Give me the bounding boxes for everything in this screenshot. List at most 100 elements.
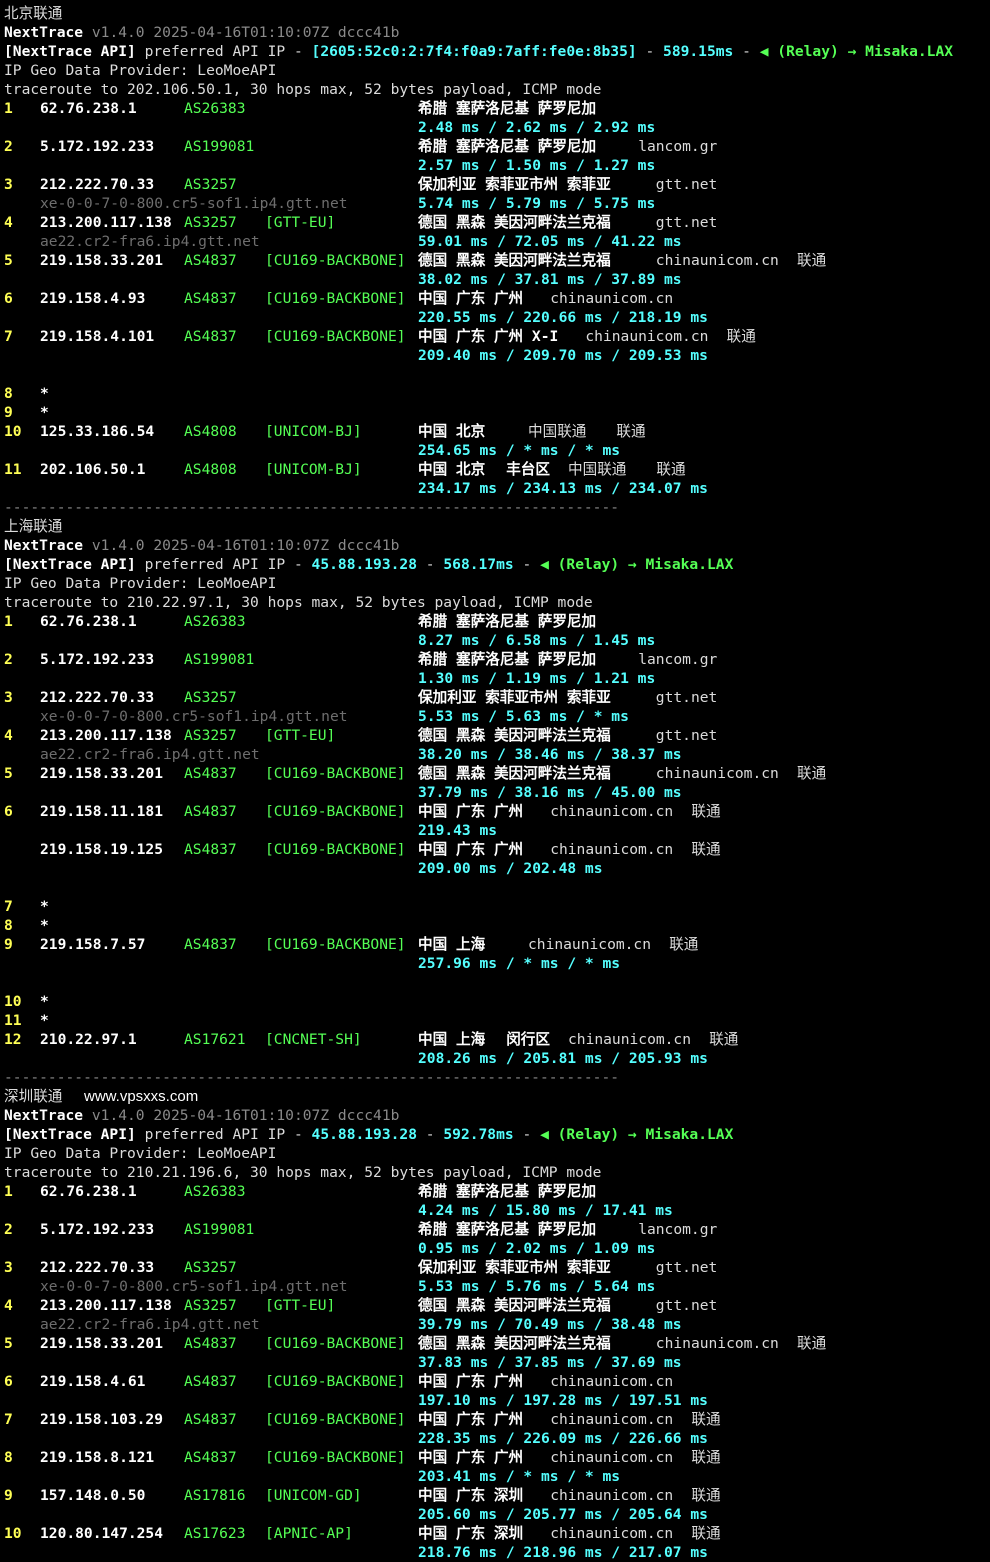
hop-domain: gtt.net xyxy=(655,1297,718,1314)
hop-number: 2 xyxy=(4,651,13,668)
hop-ip: * xyxy=(40,385,49,402)
hop-geo: 德国 黑森 美因河畔法兰克福 xyxy=(418,727,611,744)
hop-tag: [CNCNET-SH] xyxy=(265,1031,362,1048)
traceroute-text: traceroute to 202.106.50.1, 30 hops max,… xyxy=(4,81,602,98)
hop-detail-row: xe-0-0-7-0-800.cr5-sof1.ip4.gtt.net 5.74 … xyxy=(4,194,990,213)
hop-ip: 219.158.33.201 xyxy=(40,1335,164,1352)
version-line: NextTrace v1.4.0 2025-04-16T01:10:07Z dc… xyxy=(4,536,990,555)
hop-number: 9 xyxy=(4,404,13,421)
hop-number: 10 xyxy=(4,1525,22,1542)
separator-line: ----------------------------------------… xyxy=(4,498,990,517)
hop-number: 5 xyxy=(4,765,13,782)
hop-domain: gtt.net xyxy=(655,727,718,744)
hop-number: 6 xyxy=(4,1373,13,1390)
hop-detail-row: 220.55 ms / 220.66 ms / 218.19 ms xyxy=(4,308,990,327)
hop-asn: AS4837 xyxy=(184,803,237,820)
hop-asn: AS4837 xyxy=(184,1335,237,1352)
hop-row: 4 213.200.117.138 AS3257 [GTT-EU] 德国 黑森 美因河畔… xyxy=(4,213,990,232)
hop-rtt: 5.53 ms / 5.63 ms / * ms xyxy=(418,708,629,725)
hop-geo: 保加利亚 索菲亚市州 索菲亚 xyxy=(418,689,611,706)
blank-row xyxy=(4,878,990,897)
hop-row: 4 213.200.117.138 AS3257 [GTT-EU] 德国 黑森 美因河畔… xyxy=(4,726,990,745)
hop-rtt: 37.79 ms / 38.16 ms / 45.00 ms xyxy=(418,784,682,801)
api-prefix: [NextTrace API] xyxy=(4,556,136,573)
hop-rtt: 2.57 ms / 1.50 ms / 1.27 ms xyxy=(418,157,656,174)
hop-domain: chinaunicom.cn xyxy=(655,1335,779,1352)
api-latency: 589.15ms xyxy=(663,43,734,60)
hop-domain: chinaunicom.cn xyxy=(550,1525,674,1542)
hop-rtt: 197.10 ms / 197.28 ms / 197.51 ms xyxy=(418,1392,708,1409)
version-line: NextTrace v1.4.0 2025-04-16T01:10:07Z dc… xyxy=(4,23,990,42)
hop-detail-row: 205.60 ms / 205.77 ms / 205.64 ms xyxy=(4,1505,990,1524)
app-version: v1.4.0 2025-04-16T01:10:07Z dccc41b xyxy=(91,24,400,41)
hop-domain: gtt.net xyxy=(655,214,718,231)
hop-row: 10 * xyxy=(4,992,990,1011)
hop-isp: 联通 xyxy=(797,765,827,782)
hop-asn: AS26383 xyxy=(184,1183,246,1200)
hop-domain: chinaunicom.cn xyxy=(550,290,674,307)
hop-ip: 219.158.11.181 xyxy=(40,803,164,820)
hop-ip: * xyxy=(40,1012,49,1029)
hop-asn: AS4837 xyxy=(184,1373,237,1390)
hop-ip: 219.158.33.201 xyxy=(40,765,164,782)
hop-geo: 中国 广东 广州 xyxy=(418,290,524,307)
hop-number: 3 xyxy=(4,1259,13,1276)
hop-number: 9 xyxy=(4,1487,13,1504)
geo-provider-text: IP Geo Data Provider: LeoMoeAPI xyxy=(4,62,277,79)
api-latency: 568.17ms xyxy=(443,556,514,573)
hop-row: 3 212.222.70.33 AS3257 保加利亚 索菲亚市州 索菲亚 gtt.ne… xyxy=(4,175,990,194)
section-title-text: 北京联通 xyxy=(4,5,63,22)
hop-tag: [GTT-EU] xyxy=(265,1297,336,1314)
hop-ip: 210.22.97.1 xyxy=(40,1031,137,1048)
hop-row: 219.158.19.125 AS4837 [CU169-BACKBONE] 中国 广… xyxy=(4,840,990,859)
hop-row: 3 212.222.70.33 AS3257 保加利亚 索菲亚市州 索菲亚 gtt.ne… xyxy=(4,688,990,707)
hop-tag: [CU169-BACKBONE] xyxy=(265,803,406,820)
hop-geo: 德国 黑森 美因河畔法兰克福 xyxy=(418,214,611,231)
hop-domain: chinaunicom.cn xyxy=(655,765,779,782)
hop-isp: 联通 xyxy=(691,1449,721,1466)
hop-isp: 联通 xyxy=(797,252,827,269)
relay-info: ◀ (Relay) → Misaka.LAX xyxy=(759,43,954,60)
hop-geo: 中国 广东 深圳 xyxy=(418,1487,524,1504)
hop-geo: 中国 上海 xyxy=(418,1031,486,1048)
hop-number: 7 xyxy=(4,1411,13,1428)
hop-number: 4 xyxy=(4,214,13,231)
hop-tag: [CU169-BACKBONE] xyxy=(265,1449,406,1466)
hop-geo: 德国 黑森 美因河畔法兰克福 xyxy=(418,252,611,269)
hop-detail-row: 38.02 ms / 37.81 ms / 37.89 ms xyxy=(4,270,990,289)
hop-geo: 中国 广东 广州 xyxy=(418,1449,524,1466)
hop-number: 2 xyxy=(4,138,13,155)
api-dash2: - xyxy=(522,556,532,573)
hop-asn: AS4837 xyxy=(184,290,237,307)
hop-tag: [APNIC-AP] xyxy=(265,1525,353,1542)
hop-detail-row: 37.79 ms / 38.16 ms / 45.00 ms xyxy=(4,783,990,802)
hop-geo: 希腊 塞萨洛尼基 萨罗尼加 xyxy=(418,613,597,630)
hop-detail-row: xe-0-0-7-0-800.cr5-sof1.ip4.gtt.net 5.53 … xyxy=(4,707,990,726)
hop-isp: 联通 xyxy=(656,461,686,478)
hop-domain: gtt.net xyxy=(655,689,718,706)
hop-ip: * xyxy=(40,917,49,934)
hop-domain: chinaunicom.cn xyxy=(528,936,652,953)
version-line-content: NextTrace v1.4.0 2025-04-16T01:10:07Z dc… xyxy=(4,536,399,555)
hop-row: 3 212.222.70.33 AS3257 保加利亚 索菲亚市州 索菲亚 gtt.ne… xyxy=(4,1258,990,1277)
hop-domain: chinaunicom.cn xyxy=(585,328,709,345)
version-line-content: NextTrace v1.4.0 2025-04-16T01:10:07Z dc… xyxy=(4,1106,399,1125)
hop-ip: 213.200.117.138 xyxy=(40,214,172,231)
hop-rtt: 254.65 ms / * ms / * ms xyxy=(418,442,621,459)
hop-domain: chinaunicom.cn xyxy=(550,803,674,820)
separator: ----------------------------------------… xyxy=(4,499,620,516)
blank-row xyxy=(4,973,990,992)
section-title-text: 上海联通 xyxy=(4,518,63,535)
hop-ip: 157.148.0.50 xyxy=(40,1487,146,1504)
hop-ip: 212.222.70.33 xyxy=(40,689,155,706)
traceroute-line: traceroute to 210.22.97.1, 30 hops max, … xyxy=(4,593,990,612)
hop-geo: 中国 广东 广州 xyxy=(418,1411,524,1428)
hop-asn: AS17621 xyxy=(184,1031,246,1048)
hop-geo: 中国 广东 广州 xyxy=(418,803,524,820)
hop-row: 1 62.76.238.1 AS26383 希腊 塞萨洛尼基 萨罗尼加 xyxy=(4,612,990,631)
hop-row: 4 213.200.117.138 AS3257 [GTT-EU] 德国 黑森 美因河畔… xyxy=(4,1296,990,1315)
geo-provider-line: IP Geo Data Provider: LeoMoeAPI xyxy=(4,61,990,80)
hop-number: 11 xyxy=(4,461,22,478)
api-dash2: - xyxy=(522,1126,532,1143)
hop-asn: AS4808 xyxy=(184,461,237,478)
